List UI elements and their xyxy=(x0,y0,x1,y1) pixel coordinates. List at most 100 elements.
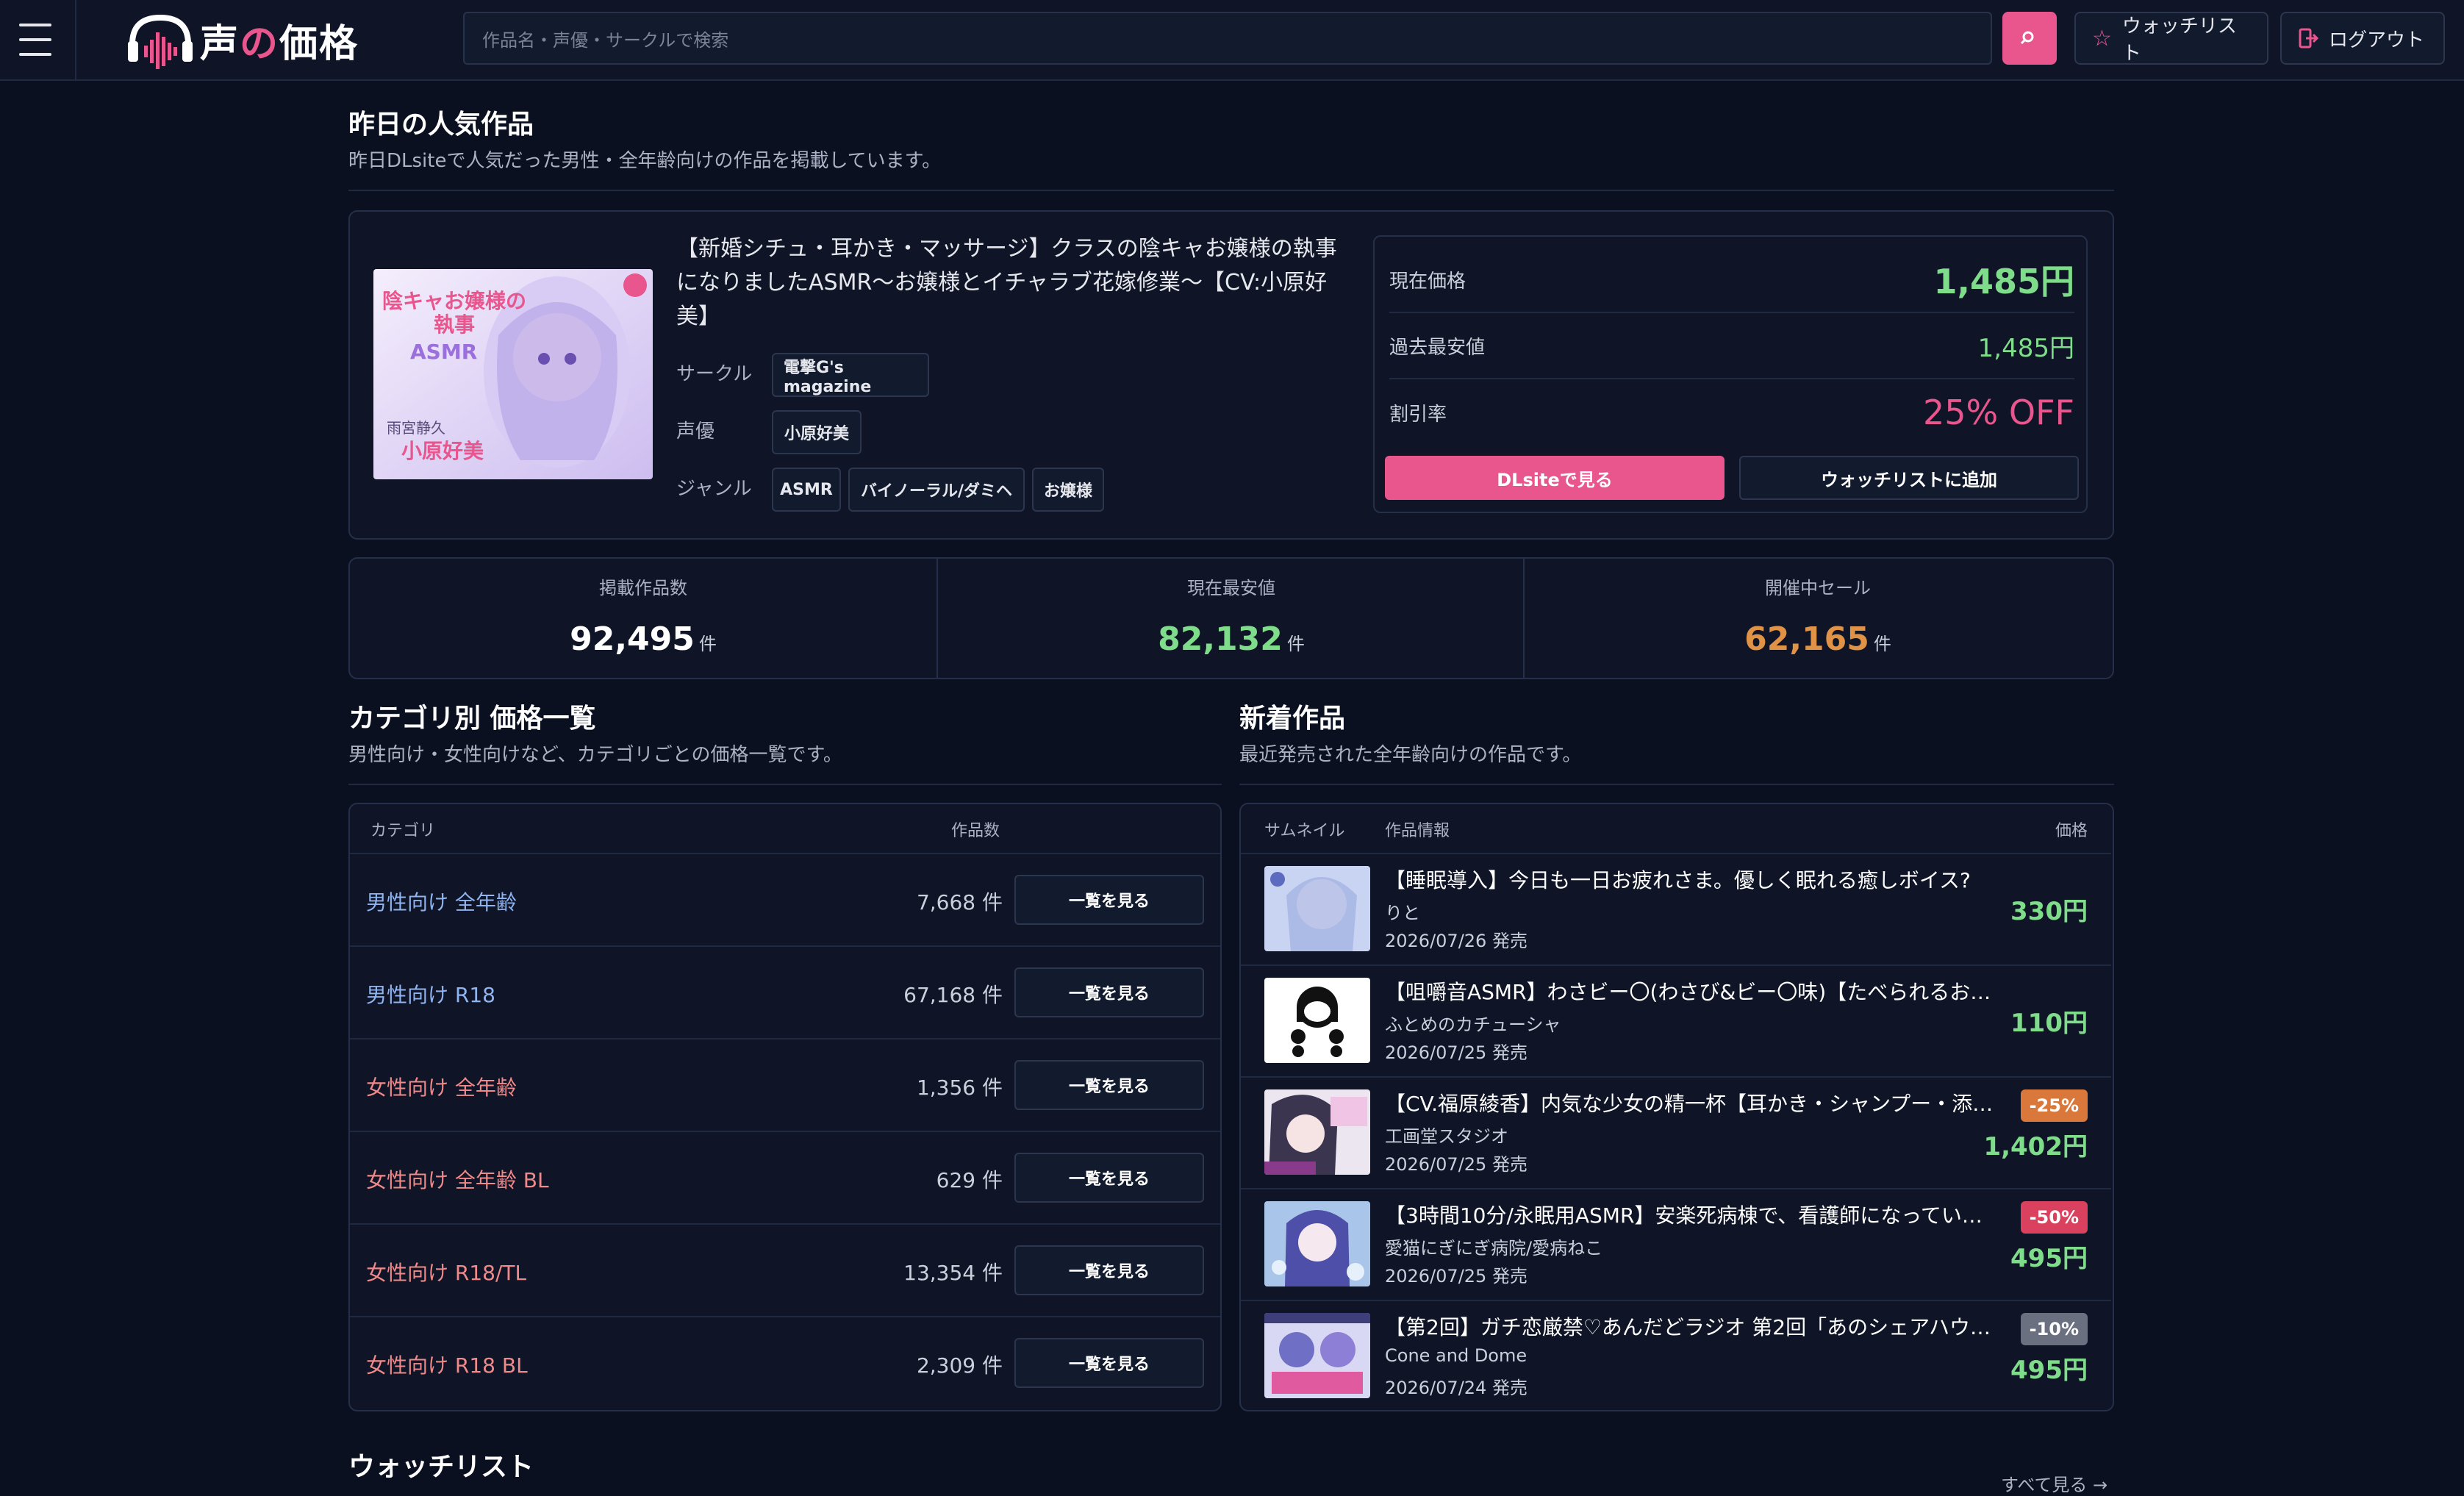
popular-subtitle: 昨日DLsiteで人気だった男性・全年齢向けの作品を掲載しています。 xyxy=(348,150,942,172)
watchlist-label: ウォッチリスト xyxy=(2121,15,2237,65)
dlsite-button[interactable]: DLsiteで見る xyxy=(1385,456,1725,500)
discount-value: 25% OFF xyxy=(1923,393,2074,432)
view-list-button[interactable]: 一覧を見る xyxy=(1014,1245,1204,1295)
new-item-row[interactable]: 【CV.福原綾香】内気な少女の精一杯【耳かき・シャンプー・添い寝】 工画堂スタジ… xyxy=(1241,1076,2111,1188)
new-item-circle[interactable]: ふとめのカチューシャ xyxy=(1385,1010,1561,1036)
new-item-price: 330円 xyxy=(2010,897,2088,926)
genre-tag[interactable]: ASMR xyxy=(772,468,841,512)
lowest-price-row: 過去最安値 1,485円 xyxy=(1389,313,2074,379)
category-row: 女性向け 全年齢 BL 629 件 一覧を見る xyxy=(350,1131,1220,1223)
category-count: 629 件 xyxy=(936,1168,1003,1192)
cv-tag[interactable]: 小原好美 xyxy=(772,410,862,454)
new-item-date: 2026/07/25 発売 xyxy=(1385,1042,1528,1063)
genre-label: ジャンル xyxy=(676,478,752,500)
new-item-circle[interactable]: 愛猫にぎにぎ病院/愛病ねこ xyxy=(1385,1234,1602,1259)
popular-item-thumbnail[interactable]: 陰キャお嬢様の執事 ASMR 雨宮静久 小原好美 xyxy=(373,269,653,479)
new-item-circle[interactable]: りと xyxy=(1385,898,1420,924)
new-item-row[interactable]: 【睡眠導入】今日も一日お疲れさま。優しく眠れる癒しボイス? りと 2026/07… xyxy=(1241,853,2111,964)
new-items-subtitle: 最近発売された全年齢向けの作品です。 xyxy=(1239,744,1582,766)
new-item-title[interactable]: 【睡眠導入】今日も一日お疲れさま。優しく眠れる癒しボイス? xyxy=(1385,865,1995,894)
new-item-date: 2026/07/26 発売 xyxy=(1385,931,1528,951)
search-button[interactable] xyxy=(2002,12,2057,65)
category-row: 女性向け 全年齢 1,356 件 一覧を見る xyxy=(350,1038,1220,1131)
popular-item-title[interactable]: 【新婚シチュ・耳かき・マッサージ】クラスの陰キャお嬢様の執事になりましたASMR… xyxy=(676,232,1344,334)
current-price-label: 現在価格 xyxy=(1389,270,1466,293)
category-row: 男性向け 全年齢 7,668 件 一覧を見る xyxy=(350,853,1220,945)
new-item-title[interactable]: 【第2回】ガチ恋厳禁♡あんだどラジオ 第2回「あのシェアハウスで…」 xyxy=(1385,1311,1995,1341)
logout-label: ログアウト xyxy=(2329,29,2425,51)
category-link[interactable]: 女性向け 全年齢 BL xyxy=(366,1164,549,1194)
view-list-button[interactable]: 一覧を見る xyxy=(1014,1060,1204,1110)
category-row: 女性向け R18 BL 2,309 件 一覧を見る xyxy=(350,1316,1220,1409)
category-row: 男性向け R18 67,168 件 一覧を見る xyxy=(350,945,1220,1038)
category-link[interactable]: 女性向け R18 BL xyxy=(366,1350,528,1379)
new-item-thumbnail[interactable] xyxy=(1264,866,1370,951)
headphones-logo-icon xyxy=(128,14,193,69)
stat-label: 開催中セール xyxy=(1765,578,1871,598)
new-item-circle[interactable]: 工画堂スタジオ xyxy=(1385,1122,1508,1148)
new-item-thumbnail[interactable] xyxy=(1264,978,1370,1063)
view-list-button[interactable]: 一覧を見る xyxy=(1014,967,1204,1017)
new-item-row[interactable]: 【咀嚼音ASMR】わさビー〇(わさび&ビー〇味)【たべられるおかし】 ふとめのカ… xyxy=(1241,964,2111,1076)
new-item-row[interactable]: 【第2回】ガチ恋厳禁♡あんだどラジオ 第2回「あのシェアハウスで…」 Cone … xyxy=(1241,1300,2111,1411)
new-items-title: 新着作品 xyxy=(1239,704,1346,734)
logout-icon xyxy=(2299,28,2318,49)
site-logo[interactable]: 声の価格 xyxy=(123,10,359,69)
new-item-thumbnail[interactable] xyxy=(1264,1089,1370,1175)
current-price-value: 1,485円 xyxy=(1933,262,2074,301)
new-item-thumbnail[interactable] xyxy=(1264,1313,1370,1398)
genre-tag[interactable]: バイノーラル/ダミヘ xyxy=(848,468,1025,512)
thumb-text-cv: 小原好美 xyxy=(401,439,484,463)
thumb-text-asmr: ASMR xyxy=(410,340,478,364)
top-header: 声の価格 作品名・声優・サークルで検索 ☆ ウォッチリスト ログアウト xyxy=(0,0,2464,81)
new-item-price: 1,402円 xyxy=(1983,1132,2088,1162)
stat-value: 92,495 件 xyxy=(570,620,717,658)
watchlist-title: ウォッチリスト xyxy=(348,1452,534,1482)
new-item-thumbnail[interactable] xyxy=(1264,1201,1370,1286)
genre-tag[interactable]: お嬢様 xyxy=(1032,468,1104,512)
new-item-title[interactable]: 【咀嚼音ASMR】わさビー〇(わさび&ビー〇味)【たべられるおかし】 xyxy=(1385,976,1995,1006)
category-row: 女性向け R18/TL 13,354 件 一覧を見る xyxy=(350,1223,1220,1316)
stat-value: 62,165 件 xyxy=(1744,620,1891,658)
view-list-button[interactable]: 一覧を見る xyxy=(1014,1153,1204,1203)
lowest-price-label: 過去最安値 xyxy=(1389,336,1486,359)
see-all-link[interactable]: すべて見る → xyxy=(2001,1470,2107,1496)
section-divider xyxy=(348,190,2114,191)
circle-tag[interactable]: 電撃G's magazine xyxy=(772,353,929,397)
category-count: 67,168 件 xyxy=(903,983,1003,1007)
view-list-button[interactable]: 一覧を見る xyxy=(1014,875,1204,925)
discount-badge: -10% xyxy=(2020,1313,2088,1345)
logout-button[interactable]: ログアウト xyxy=(2280,12,2445,65)
watchlist-button[interactable]: ☆ ウォッチリスト xyxy=(2074,12,2268,65)
search-input[interactable]: 作品名・声優・サークルで検索 xyxy=(463,12,1992,65)
new-item-title[interactable]: 【3時間10分/永眠用ASMR】安楽死病棟で、看護師になっていく声 xyxy=(1385,1200,1995,1229)
discount-badge: -25% xyxy=(2020,1089,2088,1122)
stat-label: 掲載作品数 xyxy=(599,578,687,598)
price-panel: 現在価格 1,485円 過去最安値 1,485円 割引率 25% OFF DLs… xyxy=(1373,235,2088,513)
cv-label: 声優 xyxy=(676,420,715,443)
stat-lowest-price: 現在最安値 82,132 件 xyxy=(938,557,1525,679)
categories-title: カテゴリ別 価格一覧 xyxy=(348,704,596,734)
menu-icon[interactable] xyxy=(15,16,56,63)
search-icon xyxy=(2020,31,2034,45)
new-item-circle[interactable]: Cone and Dome xyxy=(1385,1345,1527,1366)
new-item-title[interactable]: 【CV.福原綾香】内気な少女の精一杯【耳かき・シャンプー・添い寝】 xyxy=(1385,1088,1995,1117)
category-link[interactable]: 女性向け R18/TL xyxy=(366,1257,526,1286)
add-watchlist-button[interactable]: ウォッチリストに追加 xyxy=(1739,456,2079,500)
new-item-date: 2026/07/24 発売 xyxy=(1385,1378,1528,1398)
header-divider xyxy=(75,0,76,81)
new-item-row[interactable]: 【3時間10分/永眠用ASMR】安楽死病棟で、看護師になっていく声 愛猫にぎにぎ… xyxy=(1241,1188,2111,1300)
stat-value: 82,132 件 xyxy=(1158,620,1305,658)
category-link[interactable]: 男性向け R18 xyxy=(366,979,495,1009)
new-item-price: 495円 xyxy=(2010,1244,2088,1273)
col-category: カテゴリ xyxy=(370,822,436,840)
category-link[interactable]: 女性向け 全年齢 xyxy=(366,1072,517,1101)
section-divider xyxy=(348,784,1222,785)
category-link[interactable]: 男性向け 全年齢 xyxy=(366,887,517,916)
section-divider xyxy=(1239,784,2114,785)
star-icon: ☆ xyxy=(2092,25,2112,51)
new-item-date: 2026/07/25 発売 xyxy=(1385,1266,1528,1286)
stat-active-sales: 開催中セール 62,165 件 xyxy=(1525,557,2111,679)
popular-title: 昨日の人気作品 xyxy=(348,110,534,140)
view-list-button[interactable]: 一覧を見る xyxy=(1014,1338,1204,1388)
